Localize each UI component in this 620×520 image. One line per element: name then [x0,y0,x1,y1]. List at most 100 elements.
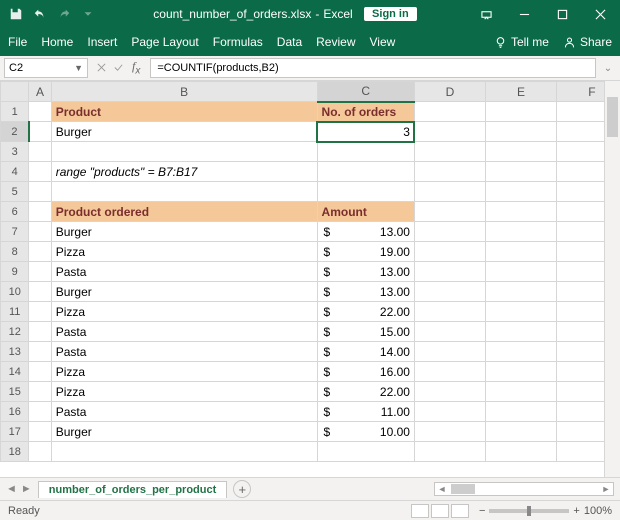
cell[interactable]: 13.00 [317,262,414,282]
cell[interactable]: 3 [317,122,414,142]
cell[interactable] [485,242,556,262]
cell[interactable] [29,302,51,322]
spreadsheet-grid[interactable]: A B C D E F 1ProductNo. of orders2Burger… [0,81,620,462]
cell[interactable] [29,382,51,402]
cell[interactable]: Pizza [51,302,317,322]
cell[interactable] [317,142,414,162]
cell[interactable] [51,442,317,462]
tab-home[interactable]: Home [41,35,73,49]
cell[interactable] [414,222,485,242]
qat-customize-icon[interactable] [78,4,98,24]
tell-me-button[interactable]: Tell me [494,35,549,49]
row-header[interactable]: 14 [1,362,29,382]
cell[interactable]: Pizza [51,242,317,262]
cell[interactable]: Pizza [51,382,317,402]
tab-page-layout[interactable]: Page Layout [131,35,198,49]
row-header[interactable]: 2 [1,122,29,142]
zoom-level[interactable]: 100% [584,505,612,517]
close-button[interactable] [586,4,614,24]
redo-icon[interactable] [54,4,74,24]
cell[interactable] [29,122,51,142]
view-page-break-icon[interactable] [451,504,469,518]
row-header[interactable]: 8 [1,242,29,262]
zoom-slider[interactable] [489,509,569,513]
row-header[interactable]: 5 [1,182,29,202]
cancel-formula-icon[interactable] [96,62,107,73]
cell[interactable] [485,302,556,322]
cell[interactable]: Pasta [51,322,317,342]
cell[interactable] [414,262,485,282]
cell[interactable]: Pasta [51,262,317,282]
share-button[interactable]: Share [563,35,612,49]
cell[interactable] [29,402,51,422]
fx-icon[interactable]: fx [130,59,142,76]
tab-review[interactable]: Review [316,35,355,49]
cell[interactable]: 19.00 [317,242,414,262]
row-header[interactable]: 18 [1,442,29,462]
vertical-scrollbar[interactable] [604,81,620,477]
cell[interactable] [485,202,556,222]
cell[interactable] [29,202,51,222]
col-header[interactable]: D [414,82,485,102]
enter-formula-icon[interactable] [113,62,124,73]
cell[interactable] [414,142,485,162]
cell[interactable] [414,122,485,142]
expand-formula-icon[interactable]: ⌄ [600,63,616,74]
cell[interactable]: 16.00 [317,362,414,382]
cell[interactable] [414,322,485,342]
cell[interactable]: Product ordered [51,202,317,222]
cell[interactable] [414,162,485,182]
cell[interactable] [317,442,414,462]
sheet-tab[interactable]: number_of_orders_per_product [38,481,227,498]
cell[interactable] [29,142,51,162]
cell[interactable]: 22.00 [317,382,414,402]
tab-file[interactable]: File [8,35,27,49]
row-header[interactable]: 6 [1,202,29,222]
row-header[interactable]: 11 [1,302,29,322]
cell[interactable] [485,122,556,142]
tab-data[interactable]: Data [277,35,302,49]
col-header[interactable]: C [317,82,414,102]
row-header[interactable]: 12 [1,322,29,342]
formula-input[interactable]: =COUNTIF(products,B2) [150,58,596,78]
name-box[interactable]: C2 ▼ [4,58,88,78]
row-header[interactable]: 7 [1,222,29,242]
cell[interactable]: Product [51,102,317,122]
cell[interactable] [29,162,51,182]
cell[interactable] [317,182,414,202]
row-header[interactable]: 10 [1,282,29,302]
cell[interactable] [29,422,51,442]
cell[interactable] [414,442,485,462]
cell[interactable]: 22.00 [317,302,414,322]
minimize-button[interactable] [510,4,538,24]
chevron-down-icon[interactable]: ▼ [74,63,83,73]
cell[interactable] [414,362,485,382]
tab-formulas[interactable]: Formulas [213,35,263,49]
cell[interactable] [485,102,556,122]
cell[interactable]: Pasta [51,402,317,422]
cell[interactable] [485,262,556,282]
cell[interactable] [485,442,556,462]
cell[interactable]: Amount [317,202,414,222]
row-header[interactable]: 17 [1,422,29,442]
maximize-button[interactable] [548,4,576,24]
cell[interactable]: 15.00 [317,322,414,342]
view-normal-icon[interactable] [411,504,429,518]
cell[interactable]: Burger [51,122,317,142]
cell[interactable]: Burger [51,222,317,242]
cell[interactable] [29,262,51,282]
cell[interactable]: Pizza [51,362,317,382]
add-sheet-button[interactable]: + [233,480,251,498]
cell[interactable] [485,142,556,162]
cell[interactable] [29,442,51,462]
cell[interactable] [29,182,51,202]
cell[interactable]: range "products" = B7:B17 [51,162,317,182]
cell[interactable] [29,282,51,302]
sheet-nav-prev-icon[interactable]: ◄ [6,483,17,495]
undo-icon[interactable] [30,4,50,24]
cell[interactable]: 13.00 [317,282,414,302]
cell[interactable]: 13.00 [317,222,414,242]
zoom-in-button[interactable]: + [573,505,579,517]
row-header[interactable]: 1 [1,102,29,122]
row-header[interactable]: 9 [1,262,29,282]
